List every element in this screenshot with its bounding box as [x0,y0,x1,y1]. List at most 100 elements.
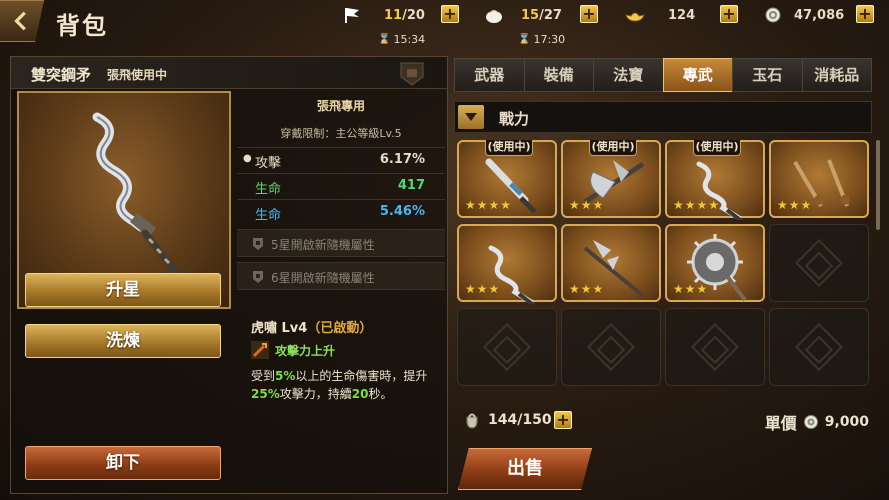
stamina-max: /20 [402,7,425,23]
star-icon: ★ [580,282,592,296]
sword-up-icon [251,341,269,359]
empty-slot[interactable] [769,224,869,302]
star-icon: ★ [569,198,580,212]
tab-jade[interactable]: 玉石 [732,58,802,92]
star-icon: ★ [488,198,500,212]
star-icon: ★ [673,198,684,212]
stat-row: 生命 417 [255,178,425,197]
item-star-rating: ★ ★ ★ [569,282,603,296]
hourglass-icon: ⌛ [378,34,391,45]
locked-attribute: 6星開啟新隨機屬性 [237,262,445,290]
sort-label: 戰力 [499,110,530,128]
tab-exclusive-weapon[interactable]: 專武 [662,58,732,92]
skill-description: 受到5%以上的生命傷害時，提升25%攻擊力，持續20秒。 [251,369,428,401]
coin-icon [762,5,784,25]
star-icon: ★ [592,282,604,296]
inventory-grid: (使用中) ★ ★ ★ ★ (使用中) ★ ★ ★ (使用中) ★ ★ ★ ★ ★ ★ ★ ★ ★ ★ ★ ★ ★ ★ ★ ★ [457,140,872,404]
unequip-button[interactable]: 卸下 [25,446,221,480]
item-star-rating: ★ ★ ★ ★ [673,198,719,212]
item-detail-panel: 雙突鋼矛 張飛使用中 ★ ★ ★ ★ 升星 洗煉 卸下 張飛專用 穿戴限制：主公… [10,56,448,494]
page-title: 背包 [56,11,108,40]
star-icon: ★ [673,282,684,296]
skill-name: 虎嘯 Lv4（已啟動） [251,321,373,336]
refine-button[interactable]: 洗煉 [25,324,221,358]
empty-slot[interactable] [665,308,765,386]
empty-slot-ornament-icon [794,322,844,372]
coin-icon [803,415,818,429]
bun-icon [483,5,505,25]
inventory-item[interactable]: ★ ★ ★ [457,224,557,304]
gold-ingot-icon [624,5,646,25]
empty-slot-ornament-icon [586,322,636,372]
add-gold-button[interactable]: + [720,5,738,23]
star-icon: ★ [696,198,708,212]
chevron-left-icon [13,11,26,31]
item-name: 雙突鋼矛 [31,66,92,84]
skill-buff: 攻擊力上升 [251,341,335,359]
empty-slot-ornament-icon [690,322,740,372]
tab-consumables[interactable]: 消耗品 [801,58,872,92]
category-tabs: 武器 裝備 法寶 專武 玉石 消耗品 [454,58,872,92]
stat-row: ● 攻擊 6.17% [243,152,425,171]
item-star-rating: ★ ★ ★ ★ [465,198,511,212]
tab-treasure[interactable]: 法寶 [593,58,663,92]
sort-dropdown[interactable]: 戰力 [454,101,872,133]
add-food-button[interactable]: + [580,5,598,23]
star-icon: ★ [684,282,696,296]
star-icon: ★ [592,198,604,212]
empty-slot[interactable] [561,308,661,386]
flag-icon [342,5,364,25]
star-icon: ★ [476,282,488,296]
star-icon: ★ [580,198,592,212]
expand-capacity-button[interactable]: + [554,411,572,429]
unit-price: 單價 9,000 [764,414,869,433]
upgrade-star-button[interactable]: 升星 [25,273,221,307]
star-icon: ★ [684,198,696,212]
empty-slot[interactable] [457,308,557,386]
in-use-badge: (使用中) [589,140,637,156]
star-icon: ★ [777,198,788,212]
tab-weapon[interactable]: 武器 [454,58,524,92]
stamina-counter: 11 /20 [342,4,425,26]
empty-slot-ornament-icon [794,238,844,288]
gold-value: 124 [668,7,696,23]
inventory-item[interactable]: (使用中) ★ ★ ★ ★ [665,140,765,220]
bullet-icon: ● [243,153,252,164]
inventory-item[interactable]: (使用中) ★ ★ ★ ★ [457,140,557,218]
lock-emblem-icon[interactable] [397,59,427,87]
item-star-rating: ★ ★ ★ [465,282,499,296]
stamina-current: 11 [384,7,403,23]
in-use-badge: (使用中) [485,140,533,156]
grid-scrollbar[interactable] [876,140,880,230]
star-icon: ★ [465,282,476,296]
food-counter: 15 /27 [483,4,562,26]
dropdown-arrow-icon[interactable] [458,105,484,129]
food-timer: ⌛ 17:30 [518,33,566,46]
inventory-item[interactable]: ★ ★ ★ [665,224,765,302]
silver-value: 47,086 [794,7,845,23]
item-star-rating: ★ ★ ★ [777,198,811,212]
item-star-rating: ★ ★ ★ [569,198,603,212]
back-button[interactable] [0,0,44,42]
gold-counter: 124 [624,4,695,26]
stamina-timer: ⌛ 15:34 [378,33,426,46]
food-current: 15 [521,7,540,23]
inventory-item[interactable]: ★ ★ ★ [769,140,869,218]
silver-counter: 47,086 [762,4,844,26]
tab-equipment[interactable]: 裝備 [523,58,593,92]
lock-icon [253,271,263,283]
locked-attribute: 5星開啟新隨機屬性 [237,229,445,257]
inventory-item[interactable]: (使用中) ★ ★ ★ [561,140,661,218]
star-icon: ★ [800,198,812,212]
add-silver-button[interactable]: + [856,5,874,23]
inventory-item[interactable]: ★ ★ ★ [561,224,661,302]
lock-icon [253,238,263,250]
stat-row: 生命 5.46% [255,204,425,223]
in-use-badge: (使用中) [693,140,741,156]
add-stamina-button[interactable]: + [441,5,459,23]
item-header: 雙突鋼矛 張飛使用中 [11,57,447,89]
hourglass-icon: ⌛ [518,34,531,45]
star-icon: ★ [476,198,488,212]
sell-button[interactable]: 出售 [458,448,592,490]
empty-slot[interactable] [769,308,869,386]
